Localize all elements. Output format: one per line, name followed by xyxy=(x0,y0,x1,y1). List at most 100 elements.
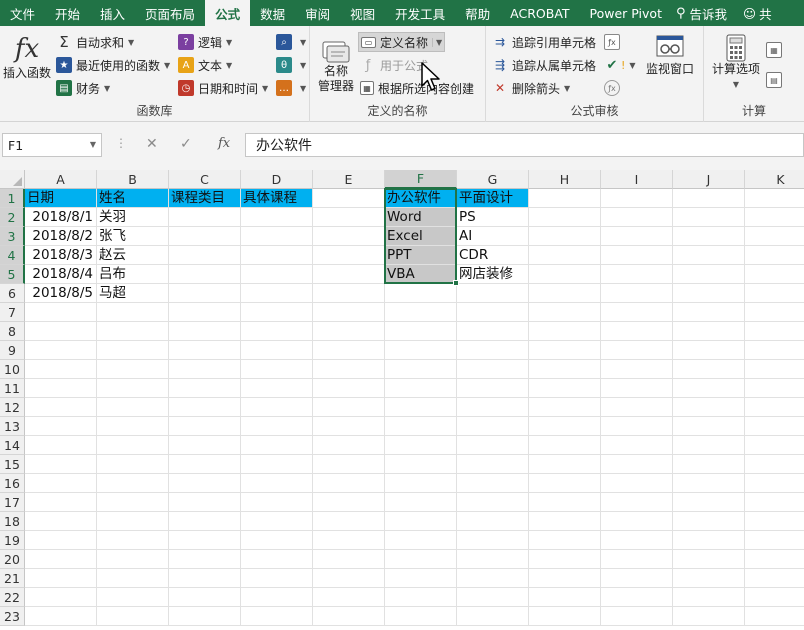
drag-handle-icon[interactable]: ⋮ xyxy=(115,136,127,150)
cell-c8[interactable] xyxy=(169,322,241,341)
cell-b9[interactable] xyxy=(97,341,169,360)
column-header-h[interactable]: H xyxy=(529,170,601,189)
cell-i7[interactable] xyxy=(601,303,673,322)
cell-g8[interactable] xyxy=(457,322,529,341)
cell-i16[interactable] xyxy=(601,474,673,493)
cell-d2[interactable] xyxy=(241,208,313,227)
cell-h23[interactable] xyxy=(529,607,601,626)
tab-file[interactable]: 文件 xyxy=(0,0,45,26)
cell-d18[interactable] xyxy=(241,512,313,531)
cell-a16[interactable] xyxy=(25,474,97,493)
show-formulas-button[interactable]: ƒx xyxy=(604,32,624,52)
row-header-18[interactable]: 18 xyxy=(0,512,25,531)
create-from-selection-button[interactable]: ▦ 根据所选内容创建 xyxy=(360,78,474,98)
cell-d8[interactable] xyxy=(241,322,313,341)
recently-used-button[interactable]: ★ 最近使用的函数 ▼ xyxy=(56,55,170,75)
cell-f14[interactable] xyxy=(385,436,457,455)
text-button[interactable]: A 文本 ▼ xyxy=(178,55,232,75)
cell-f20[interactable] xyxy=(385,550,457,569)
cell-c19[interactable] xyxy=(169,531,241,550)
cell-e23[interactable] xyxy=(313,607,385,626)
cell-j11[interactable] xyxy=(673,379,745,398)
cell-a6[interactable]: 2018/8/5 xyxy=(25,284,97,303)
cell-j14[interactable] xyxy=(673,436,745,455)
financial-button[interactable]: ▤ 财务 ▼ xyxy=(56,78,110,98)
cell-d5[interactable] xyxy=(241,265,313,284)
cell-b4[interactable]: 赵云 xyxy=(97,246,169,265)
cell-k23[interactable] xyxy=(745,607,804,626)
cell-c2[interactable] xyxy=(169,208,241,227)
tab-acrobat[interactable]: ACROBAT xyxy=(500,0,579,26)
cell-f16[interactable] xyxy=(385,474,457,493)
row-header-14[interactable]: 14 xyxy=(0,436,25,455)
cell-d11[interactable] xyxy=(241,379,313,398)
cell-d15[interactable] xyxy=(241,455,313,474)
cell-k5[interactable] xyxy=(745,265,804,284)
tab-data[interactable]: 数据 xyxy=(250,0,295,26)
cell-a11[interactable] xyxy=(25,379,97,398)
cell-a13[interactable] xyxy=(25,417,97,436)
cell-h2[interactable] xyxy=(529,208,601,227)
cell-j9[interactable] xyxy=(673,341,745,360)
cell-a20[interactable] xyxy=(25,550,97,569)
cell-e13[interactable] xyxy=(313,417,385,436)
cell-h17[interactable] xyxy=(529,493,601,512)
cell-i8[interactable] xyxy=(601,322,673,341)
cell-a7[interactable] xyxy=(25,303,97,322)
cell-j19[interactable] xyxy=(673,531,745,550)
cell-k20[interactable] xyxy=(745,550,804,569)
cell-e4[interactable] xyxy=(313,246,385,265)
tab-page-layout[interactable]: 页面布局 xyxy=(135,0,205,26)
cell-h20[interactable] xyxy=(529,550,601,569)
cell-a3[interactable]: 2018/8/2 xyxy=(25,227,97,246)
cell-b11[interactable] xyxy=(97,379,169,398)
cell-c11[interactable] xyxy=(169,379,241,398)
column-header-b[interactable]: B xyxy=(97,170,169,189)
insert-function-button[interactable]: fx 插入函数 xyxy=(2,32,52,81)
row-header-17[interactable]: 17 xyxy=(0,493,25,512)
row-header-23[interactable]: 23 xyxy=(0,607,25,626)
cell-c10[interactable] xyxy=(169,360,241,379)
cell-c7[interactable] xyxy=(169,303,241,322)
cell-h10[interactable] xyxy=(529,360,601,379)
row-header-12[interactable]: 12 xyxy=(0,398,25,417)
use-in-formula-button[interactable]: ƒ 用于公式 xyxy=(360,55,428,75)
row-header-8[interactable]: 8 xyxy=(0,322,25,341)
cell-j18[interactable] xyxy=(673,512,745,531)
cell-g23[interactable] xyxy=(457,607,529,626)
cell-b19[interactable] xyxy=(97,531,169,550)
tab-review[interactable]: 审阅 xyxy=(295,0,340,26)
cell-b17[interactable] xyxy=(97,493,169,512)
cell-h11[interactable] xyxy=(529,379,601,398)
row-header-13[interactable]: 13 xyxy=(0,417,25,436)
cell-i4[interactable] xyxy=(601,246,673,265)
cell-d6[interactable] xyxy=(241,284,313,303)
row-header-21[interactable]: 21 xyxy=(0,569,25,588)
cell-a17[interactable] xyxy=(25,493,97,512)
calculate-now-button[interactable]: ▦ xyxy=(766,40,786,60)
cell-e10[interactable] xyxy=(313,360,385,379)
cell-g14[interactable] xyxy=(457,436,529,455)
cell-g1[interactable]: 平面设计 xyxy=(457,189,529,208)
tab-view[interactable]: 视图 xyxy=(340,0,385,26)
cell-d21[interactable] xyxy=(241,569,313,588)
cell-e19[interactable] xyxy=(313,531,385,550)
chevron-down-icon[interactable]: ▼ xyxy=(432,37,442,47)
cell-j10[interactable] xyxy=(673,360,745,379)
cell-f9[interactable] xyxy=(385,341,457,360)
evaluate-formula-button[interactable]: ƒx xyxy=(604,78,624,98)
cell-f2[interactable]: Word xyxy=(385,208,457,227)
cell-d1[interactable]: 具体课程 xyxy=(241,189,313,208)
row-header-4[interactable]: 4 xyxy=(0,246,25,265)
chevron-down-icon[interactable]: ▼ xyxy=(90,140,96,149)
calculation-options-button[interactable]: 计算选项 ▼ xyxy=(708,34,764,92)
cell-j23[interactable] xyxy=(673,607,745,626)
cell-i12[interactable] xyxy=(601,398,673,417)
column-header-g[interactable]: G xyxy=(457,170,529,189)
row-header-11[interactable]: 11 xyxy=(0,379,25,398)
cell-k6[interactable] xyxy=(745,284,804,303)
cell-j7[interactable] xyxy=(673,303,745,322)
row-header-3[interactable]: 3 xyxy=(0,227,25,246)
cell-k11[interactable] xyxy=(745,379,804,398)
cell-b12[interactable] xyxy=(97,398,169,417)
